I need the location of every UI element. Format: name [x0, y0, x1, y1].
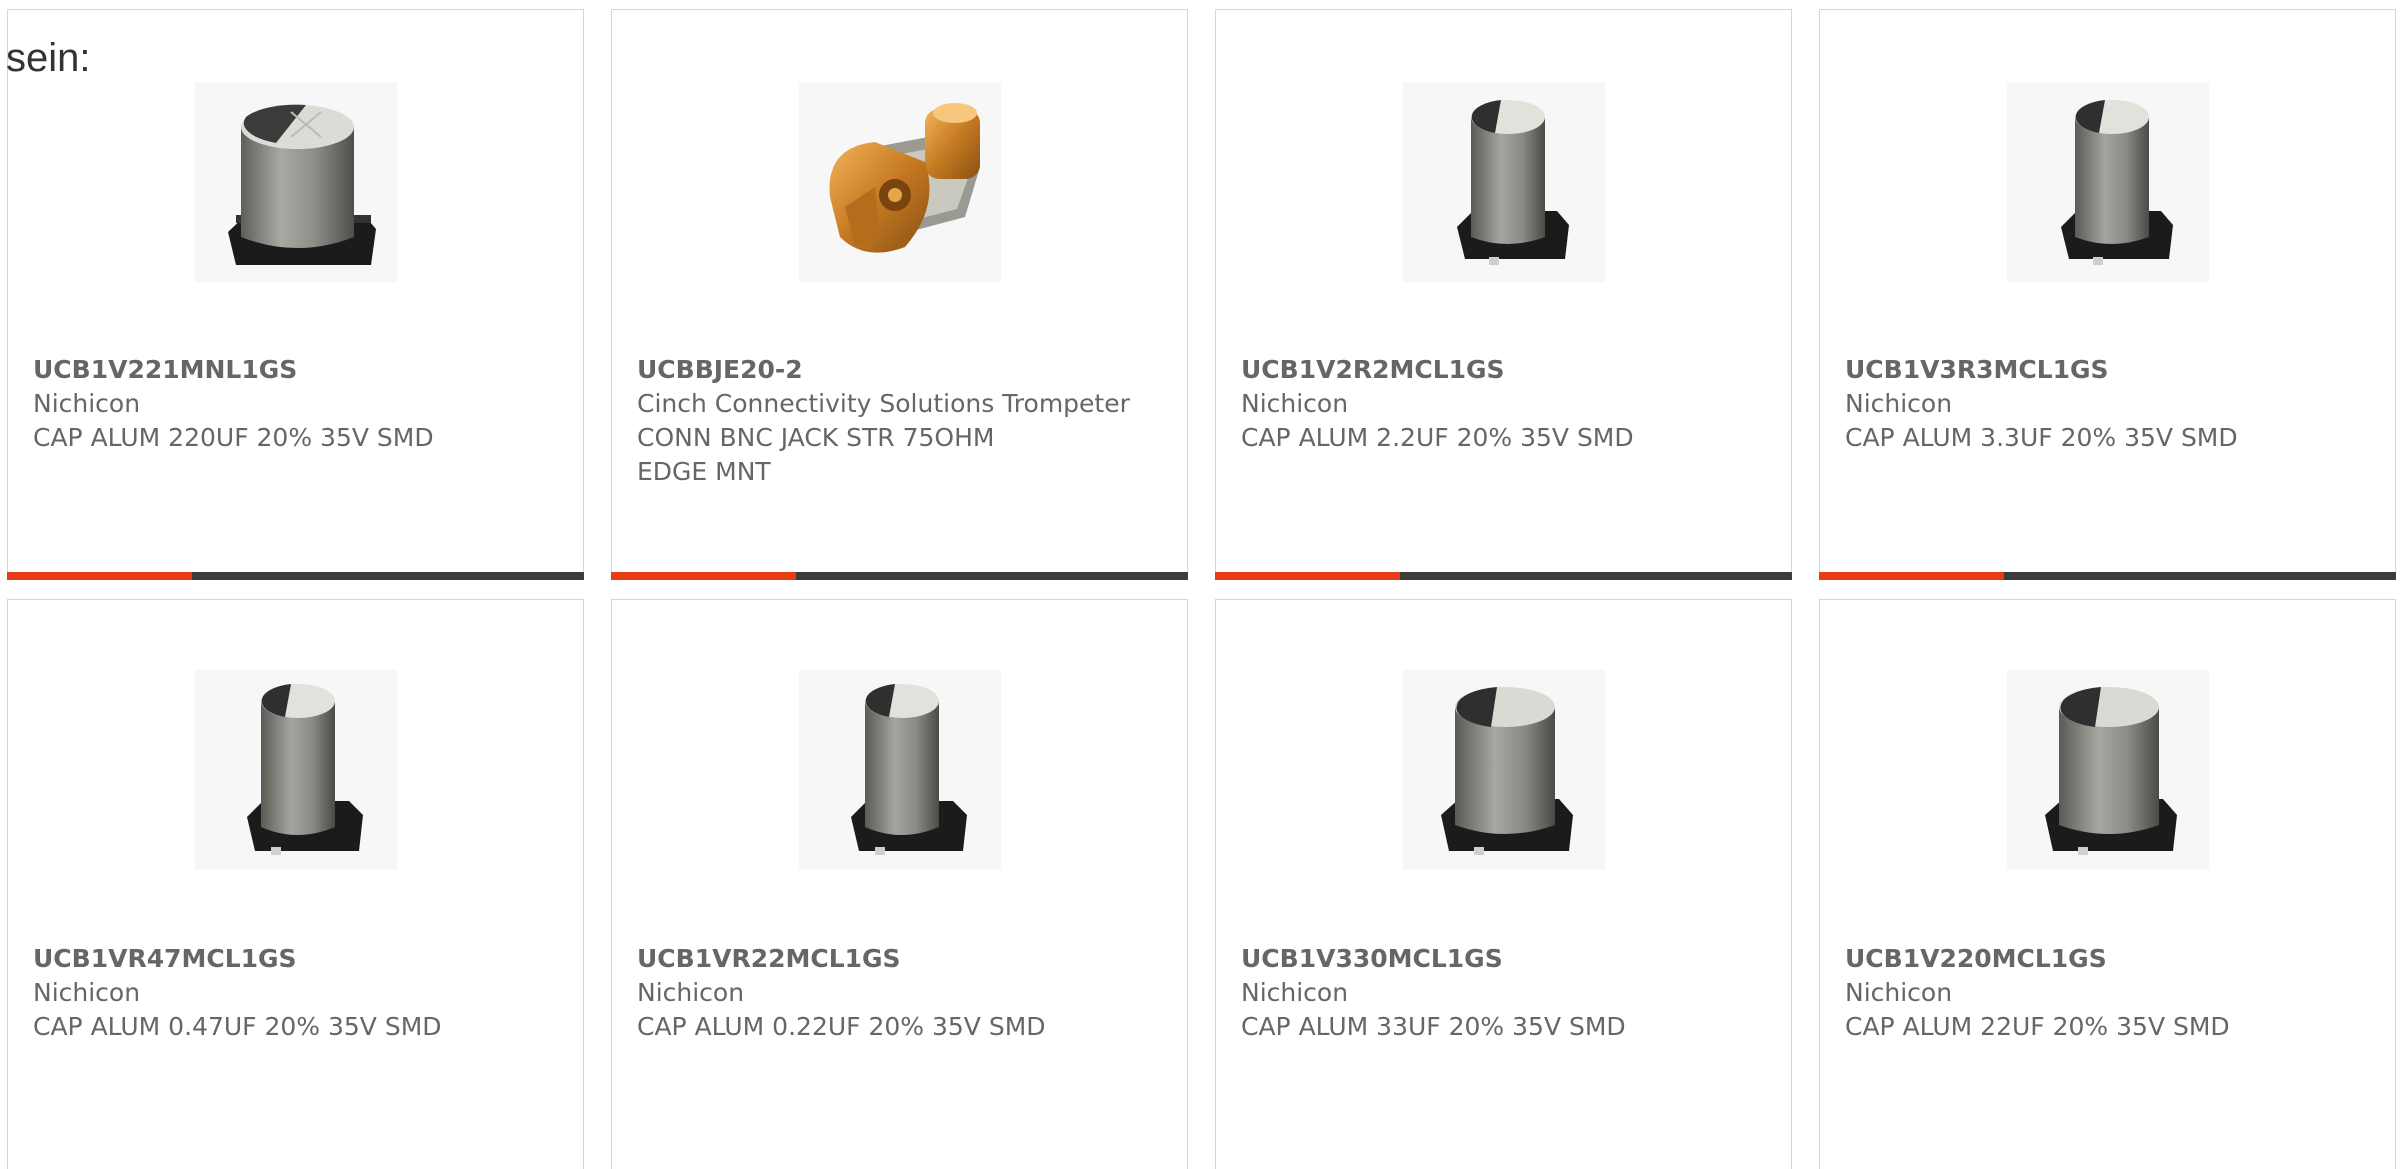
manufacturer: Nichicon [1845, 978, 1953, 1007]
part-number-link[interactable]: UCB1V221MNL1GS [33, 353, 563, 387]
manufacturer: Nichicon [1845, 389, 1953, 418]
card-bottom-bar [1819, 572, 2396, 580]
part-number-link[interactable]: UCB1V2R2MCL1GS [1241, 353, 1771, 387]
part-number-link[interactable]: UCB1V330MCL1GS [1241, 942, 1771, 976]
card-bottom-bar [611, 572, 1188, 580]
description: CAP ALUM 0.47UF 20% 35V SMD [33, 1012, 442, 1041]
part-number-link[interactable]: UCB1VR22MCL1GS [637, 942, 1167, 976]
card-bar-fill [1819, 572, 2004, 580]
part-number-link[interactable]: UCB1V3R3MCL1GS [1845, 353, 2375, 387]
card-bar-fill [611, 572, 796, 580]
description: CAP ALUM 22UF 20% 35V SMD [1845, 1012, 2230, 1041]
description: CONN BNC JACK STR 75OHM [637, 423, 995, 452]
bnc-connector-icon [829, 103, 980, 253]
card-bar-fill [7, 572, 192, 580]
part-number-link[interactable]: UCB1V220MCL1GS [1845, 942, 2375, 976]
capacitor-icon [247, 684, 363, 855]
card-bottom-bar [1215, 572, 1792, 580]
description: CAP ALUM 33UF 20% 35V SMD [1241, 1012, 1626, 1041]
capacitor-icon [2061, 100, 2173, 265]
manufacturer: Nichicon [33, 978, 141, 1007]
intro-text: sein: [6, 36, 91, 80]
product-image[interactable] [195, 670, 397, 870]
product-image[interactable] [2007, 82, 2209, 282]
product-image[interactable] [1403, 82, 1605, 282]
product-image[interactable] [799, 670, 1001, 870]
manufacturer: Nichicon [33, 389, 141, 418]
capacitor-icon [851, 684, 967, 855]
product-image[interactable] [195, 82, 397, 282]
capacitor-icon [1457, 100, 1569, 265]
capacitor-icon [2045, 687, 2177, 855]
product-card[interactable]: UCB1VR47MCL1GS Nichicon CAP ALUM 0.47UF … [7, 599, 584, 1169]
product-card[interactable]: UCB1VR22MCL1GS Nichicon CAP ALUM 0.22UF … [611, 599, 1188, 1169]
manufacturer: Cinch Connectivity Solutions Trompeter [637, 389, 1130, 418]
part-number-link[interactable]: UCB1VR47MCL1GS [33, 942, 563, 976]
manufacturer: Nichicon [1241, 978, 1349, 1007]
part-number-link[interactable]: UCBBJE20-2 [637, 353, 1167, 387]
capacitor-icon [228, 104, 376, 265]
manufacturer: Nichicon [1241, 389, 1349, 418]
card-bottom-bar [7, 572, 584, 580]
product-image[interactable] [799, 82, 1001, 282]
product-card[interactable]: UCB1V2R2MCL1GS Nichicon CAP ALUM 2.2UF 2… [1215, 9, 1792, 580]
card-bar-fill [1215, 572, 1400, 580]
description: CAP ALUM 3.3UF 20% 35V SMD [1845, 423, 2238, 452]
description: CAP ALUM 2.2UF 20% 35V SMD [1241, 423, 1634, 452]
product-card[interactable]: UCB1V221MNL1GS Nichicon CAP ALUM 220UF 2… [7, 9, 584, 580]
product-card[interactable]: UCBBJE20-2 Cinch Connectivity Solutions … [611, 9, 1188, 580]
description: CAP ALUM 0.22UF 20% 35V SMD [637, 1012, 1046, 1041]
capacitor-icon [1441, 687, 1573, 855]
description: CAP ALUM 220UF 20% 35V SMD [33, 423, 434, 452]
description-continued: EDGE MNT [637, 457, 771, 486]
product-image[interactable] [1403, 670, 1605, 870]
product-card[interactable]: UCB1V330MCL1GS Nichicon CAP ALUM 33UF 20… [1215, 599, 1792, 1169]
product-card[interactable]: UCB1V3R3MCL1GS Nichicon CAP ALUM 3.3UF 2… [1819, 9, 2396, 580]
manufacturer: Nichicon [637, 978, 745, 1007]
product-image[interactable] [2007, 670, 2209, 870]
product-card[interactable]: UCB1V220MCL1GS Nichicon CAP ALUM 22UF 20… [1819, 599, 2396, 1169]
